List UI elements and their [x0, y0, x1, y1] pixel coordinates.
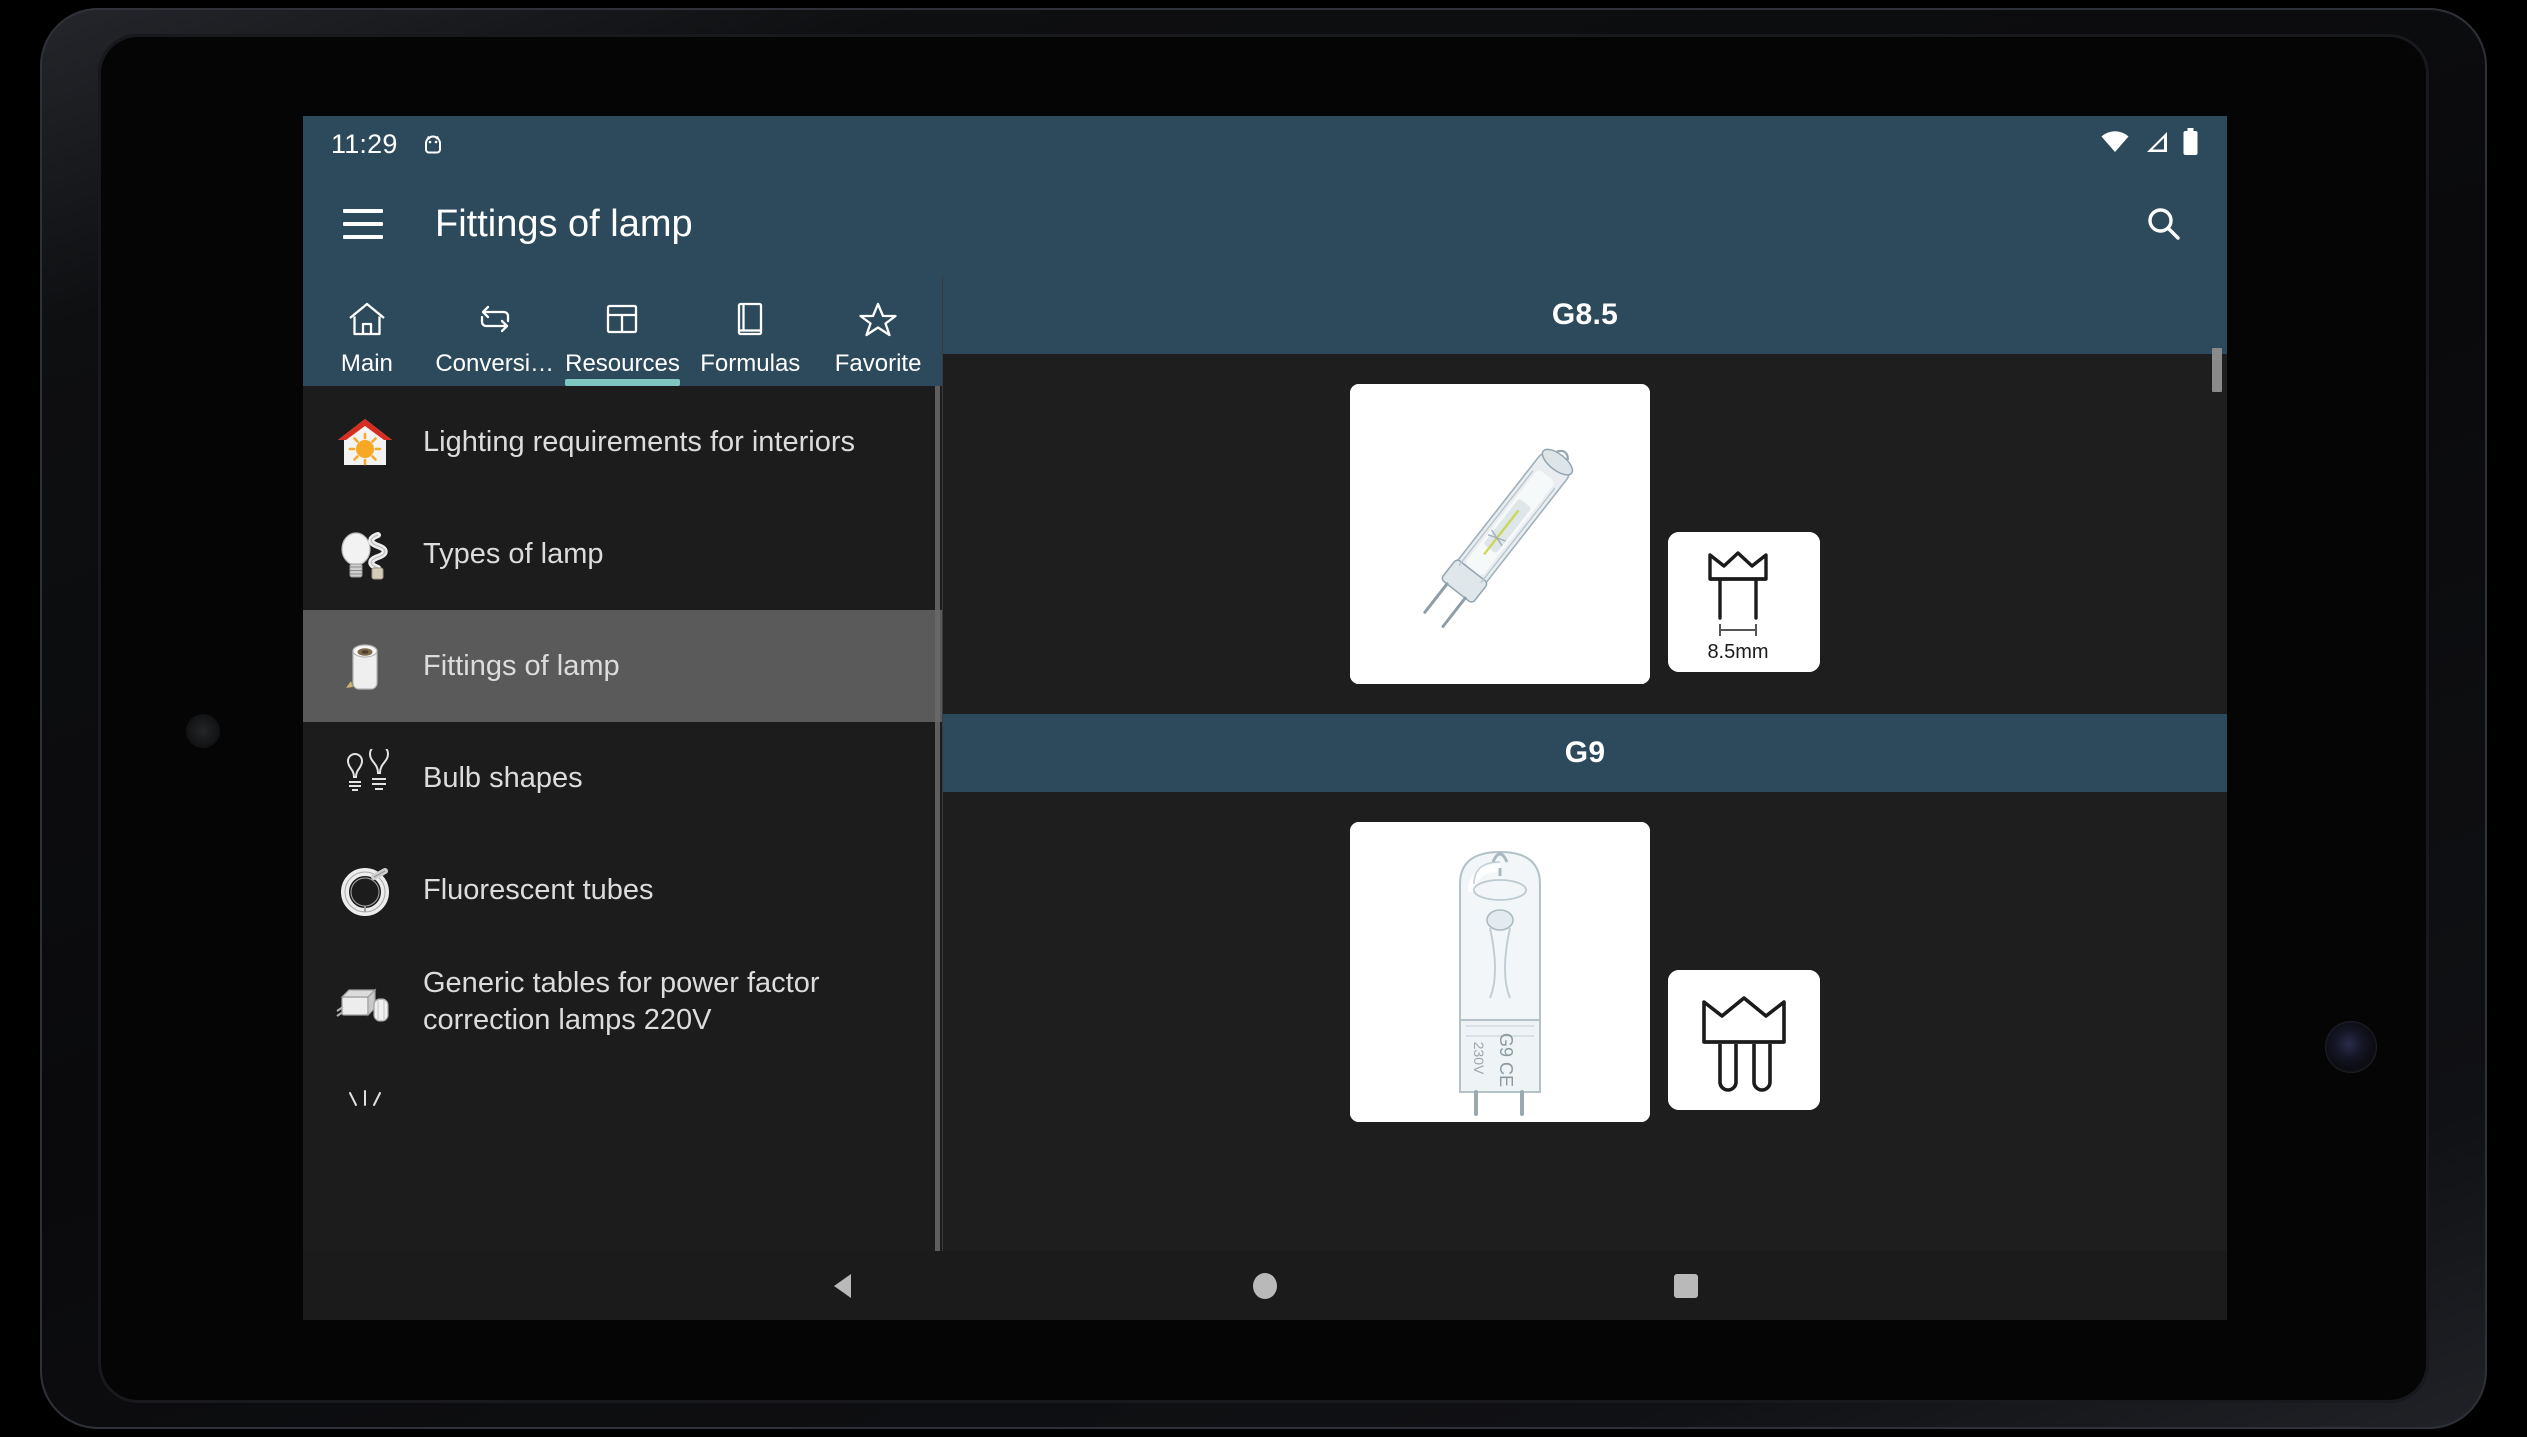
- nav-label: Fluorescent tubes: [423, 873, 654, 906]
- dimension-label: 8.5mm: [1707, 641, 1768, 663]
- tab-conversions[interactable]: Conversi…: [431, 276, 559, 386]
- tab-label-formulas: Formulas: [700, 350, 801, 377]
- content-pane: G8.5 8.5mm G9 G9 CE 230V: [943, 276, 2227, 1251]
- tab-label-resources: Resources: [565, 350, 680, 377]
- nav-label: Lighting requirements for interiors: [423, 425, 855, 458]
- nav-label: Generic tables for power factor correcti…: [423, 967, 820, 1036]
- table-icon: [601, 297, 643, 341]
- section-body-g85: 8.5mm 8.5mm: [943, 354, 2227, 714]
- app-bar: Fittings of lamp: [303, 172, 2227, 276]
- tab-label-favorite: Favorite: [834, 350, 922, 377]
- status-bar-clock: 11:29: [331, 128, 398, 159]
- convert-icon: [474, 297, 516, 341]
- section-title: G8.5: [1551, 298, 1619, 331]
- page-title: Fittings of lamp: [435, 202, 693, 245]
- status-bar-icons: [2100, 128, 2199, 160]
- back-triangle-icon[interactable]: [804, 1261, 884, 1311]
- nav-label: Bulb shapes: [423, 761, 583, 794]
- section-body-g9: G9 CE 230V: [943, 792, 2227, 1152]
- recents-square-icon[interactable]: [1646, 1261, 1726, 1311]
- home-circle-icon[interactable]: [1225, 1261, 1305, 1311]
- nav-item-types-of-lamp[interactable]: Types of lamp: [303, 498, 942, 610]
- light-rays-icon: [333, 1072, 397, 1136]
- tab-favorite[interactable]: Favorite: [814, 276, 942, 386]
- g9-base-diagram: [1668, 970, 1820, 1110]
- lamp-photo-card[interactable]: G9 CE 230V: [1350, 822, 1650, 1122]
- tab-resources[interactable]: Resources: [559, 276, 687, 386]
- front-camera-icon: [2325, 1021, 2377, 1073]
- android-navigation-bar: [303, 1251, 2227, 1320]
- nav-item-fluorescent-tubes[interactable]: Fluorescent tubes: [303, 834, 942, 946]
- lamp-socket-icon: [333, 634, 397, 698]
- star-icon: [857, 297, 899, 341]
- nav-item-partial[interactable]: [303, 1058, 942, 1136]
- tab-label-conversions: Conversi…: [435, 350, 555, 377]
- section-title: G9: [1564, 736, 1606, 769]
- ballast-capacitor-icon: [333, 970, 397, 1034]
- resources-nav-list[interactable]: Lighting requirements for interiors Type…: [303, 386, 942, 1251]
- bulb-and-cfl-icon: [333, 522, 397, 586]
- svg-text:G9 CE: G9 CE: [1496, 1033, 1516, 1087]
- hamburger-menu-icon[interactable]: [331, 192, 395, 256]
- two-bulb-outline-icon: [333, 746, 397, 810]
- hamburger-bar-3: [343, 235, 383, 239]
- nav-label: Types of lamp: [423, 537, 604, 570]
- hamburger-bars: [343, 209, 383, 239]
- hamburger-bar-1: [343, 209, 383, 213]
- section-header-g85: G8.5: [943, 276, 2227, 354]
- android-bugdroid-icon: [420, 130, 446, 158]
- tab-main[interactable]: Main: [303, 276, 431, 386]
- svg-text:230V: 230V: [1471, 1042, 1487, 1075]
- status-bar: 11:29: [303, 116, 2227, 172]
- left-pane: Main Conversi… Resources Formulas Favori…: [303, 276, 943, 1251]
- home-icon: [346, 297, 388, 341]
- nav-item-power-factor-tables[interactable]: Generic tables for power factor correcti…: [303, 946, 942, 1058]
- section-header-g9: G9: [943, 714, 2227, 792]
- app-viewport: 11:29 Fittings of lamp Main Conversi… Re…: [303, 116, 2227, 1320]
- hamburger-bar-2: [343, 222, 383, 226]
- nav-scrollbar[interactable]: [935, 386, 940, 1251]
- wifi-icon: [2100, 130, 2130, 159]
- nav-label: Fittings of lamp: [423, 649, 620, 682]
- nav-item-bulb-shapes[interactable]: Bulb shapes: [303, 722, 942, 834]
- app-body: Main Conversi… Resources Formulas Favori…: [303, 276, 2227, 1251]
- tab-label-main: Main: [340, 350, 393, 377]
- g85-lamp-photo: [1350, 384, 1650, 684]
- lamp-photo-card[interactable]: [1350, 384, 1650, 684]
- g9-lamp-photo: G9 CE 230V: [1350, 822, 1650, 1122]
- search-icon[interactable]: [2129, 189, 2199, 259]
- battery-icon: [2182, 128, 2199, 160]
- tab-formulas[interactable]: Formulas: [686, 276, 814, 386]
- tab-bar: Main Conversi… Resources Formulas Favori…: [303, 276, 942, 386]
- cell-signal-icon: [2143, 130, 2169, 159]
- circular-tube-icon: [333, 858, 397, 922]
- nav-item-fittings-of-lamp[interactable]: Fittings of lamp: [303, 610, 942, 722]
- house-with-sun-icon: [333, 410, 397, 474]
- book-icon: [729, 297, 771, 341]
- base-diagram-card-g85[interactable]: 8.5mm 8.5mm: [1668, 532, 1820, 672]
- base-diagram-card-g9[interactable]: [1668, 970, 1820, 1110]
- g85-base-diagram: 8.5mm: [1668, 532, 1820, 672]
- nav-item-lighting-requirements[interactable]: Lighting requirements for interiors: [303, 386, 942, 498]
- content-scrollbar[interactable]: [2212, 348, 2222, 392]
- front-sensor-dot: [186, 714, 220, 748]
